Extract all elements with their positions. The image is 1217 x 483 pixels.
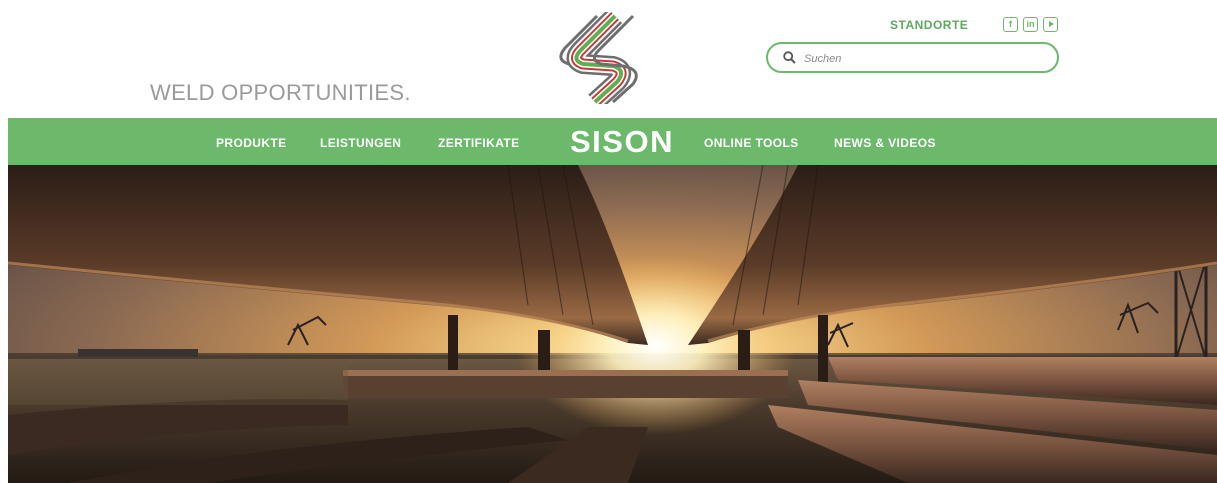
pipeline-sunset-photo — [8, 165, 1217, 483]
site-header: WELD OPPORTUNITIES. STANDORTE f in — [0, 0, 1217, 118]
nav-item-news-videos[interactable]: NEWS & VIDEOS — [834, 136, 936, 150]
nav-item-produkte[interactable]: PRODUKTE — [216, 136, 287, 150]
nav-item-online-tools[interactable]: ONLINE TOOLS — [704, 136, 799, 150]
hero-image — [8, 165, 1217, 483]
main-nav: PRODUKTE LEISTUNGEN ZERTIFIKATE SISON ON… — [8, 118, 1217, 165]
standorte-link[interactable]: STANDORTE — [890, 18, 968, 32]
nav-item-leistungen[interactable]: LEISTUNGEN — [320, 136, 401, 150]
facebook-icon[interactable]: f — [1003, 17, 1018, 32]
search-input[interactable] — [802, 48, 1046, 70]
youtube-icon[interactable] — [1043, 17, 1058, 32]
search-box[interactable] — [766, 42, 1059, 73]
tagline: WELD OPPORTUNITIES. — [150, 80, 411, 105]
brand-wordmark[interactable]: SISON — [570, 124, 674, 160]
sison-logo[interactable] — [553, 12, 657, 104]
nav-item-zertifikate[interactable]: ZERTIFIKATE — [438, 136, 520, 150]
linkedin-icon[interactable]: in — [1023, 17, 1038, 32]
search-icon — [783, 51, 796, 64]
